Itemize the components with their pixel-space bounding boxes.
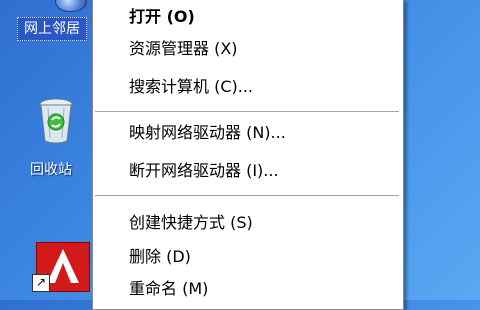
network-neighborhood-icon	[55, 0, 87, 12]
menu-item-label: 重命名 (M)	[129, 279, 209, 298]
desktop-icon-label: 回收站	[30, 162, 72, 178]
menu-item-label: 映射网络驱动器 (N)...	[129, 123, 286, 142]
context-menu: 打开 (O) 资源管理器 (X) 搜索计算机 (C)... 映射网络驱动器 (N…	[92, 0, 404, 310]
menu-item-search-computer[interactable]: 搜索计算机 (C)...	[93, 73, 401, 101]
menu-item-label: 搜索计算机 (C)...	[129, 77, 254, 96]
desktop-icon-label: 网上邻居	[17, 17, 87, 41]
menu-item-create-shortcut[interactable]: 创建快捷方式 (S)	[93, 209, 401, 237]
menu-item-delete[interactable]: 删除 (D)	[93, 243, 401, 271]
menu-item-open[interactable]: 打开 (O)	[93, 3, 401, 31]
menu-item-disconnect-network-drive[interactable]: 断开网络驱动器 (I)...	[93, 157, 401, 185]
menu-item-label: 断开网络驱动器 (I)...	[129, 161, 279, 180]
menu-item-label: 删除 (D)	[129, 247, 191, 266]
menu-item-explorer[interactable]: 资源管理器 (X)	[93, 35, 401, 63]
desktop-icon-network-neighborhood[interactable]: 网上邻居	[0, 0, 92, 60]
recycle-bin-icon	[39, 98, 73, 144]
menu-item-label: 创建快捷方式 (S)	[129, 213, 253, 232]
shortcut-arrow-icon: ↗	[32, 274, 50, 292]
menu-separator	[95, 111, 399, 112]
menu-item-label: 资源管理器 (X)	[129, 39, 238, 58]
desktop-icon-recycle-bin[interactable]: 回收站	[18, 92, 92, 192]
menu-item-map-network-drive[interactable]: 映射网络驱动器 (N)...	[93, 119, 401, 147]
menu-item-rename[interactable]: 重命名 (M)	[93, 275, 401, 303]
desktop-icon-app-shortcut[interactable]: ↗	[32, 238, 92, 300]
menu-item-label: 打开 (O)	[129, 7, 195, 26]
menu-separator	[95, 195, 399, 196]
